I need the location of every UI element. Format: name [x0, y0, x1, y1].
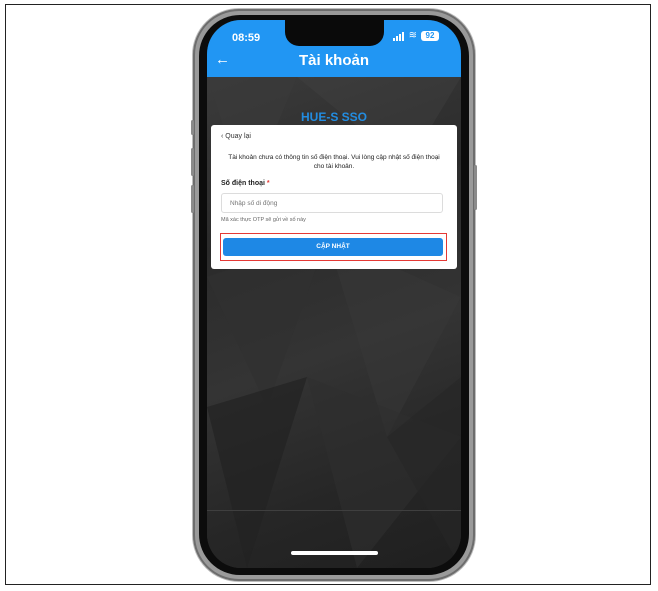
phone-label-text: Số điện thoại: [221, 180, 265, 187]
bottom-divider: [207, 510, 461, 511]
volume-up-button: [191, 148, 194, 176]
main-content: HUE-S SSO ‹ Quay lại Tài khoản chưa có t…: [207, 77, 461, 568]
chevron-left-icon: ‹: [221, 133, 224, 140]
mute-switch: [191, 120, 194, 135]
volume-down-button: [191, 185, 194, 213]
app-header: 08:59 ≋ 92 ← Tài khoản: [207, 20, 461, 77]
power-button: [474, 165, 477, 210]
back-link-label: Quay lại: [225, 133, 251, 140]
brand-title: HUE-S SSO: [300, 110, 367, 124]
otp-hint: Mã xác thực OTP sẽ gửi về số này: [221, 217, 306, 223]
update-button[interactable]: CẬP NHẬT: [223, 238, 443, 256]
status-time: 08:59: [232, 32, 261, 44]
status-icons: ≋ 92: [392, 30, 439, 41]
required-mark: *: [266, 180, 270, 187]
home-indicator[interactable]: [291, 551, 378, 555]
page-title: Tài khoản: [298, 52, 369, 69]
battery-icon: 92: [421, 31, 439, 41]
info-message: Tài khoản chưa có thông tin số điện thoạ…: [228, 154, 440, 170]
phone-update-card: ‹ Quay lại Tài khoản chưa có thông tin s…: [211, 125, 457, 269]
wifi-icon: ≋: [408, 30, 417, 41]
phone-screen: 08:59 ≋ 92 ← Tài khoản HUE-S SSO ‹ Quay …: [207, 20, 461, 568]
signal-icon: [392, 31, 405, 41]
phone-number-input[interactable]: [221, 193, 443, 213]
dynamic-island: [285, 20, 384, 46]
phone-field-label: Số điện thoại *: [221, 180, 270, 187]
back-link[interactable]: ‹ Quay lại: [221, 133, 251, 140]
